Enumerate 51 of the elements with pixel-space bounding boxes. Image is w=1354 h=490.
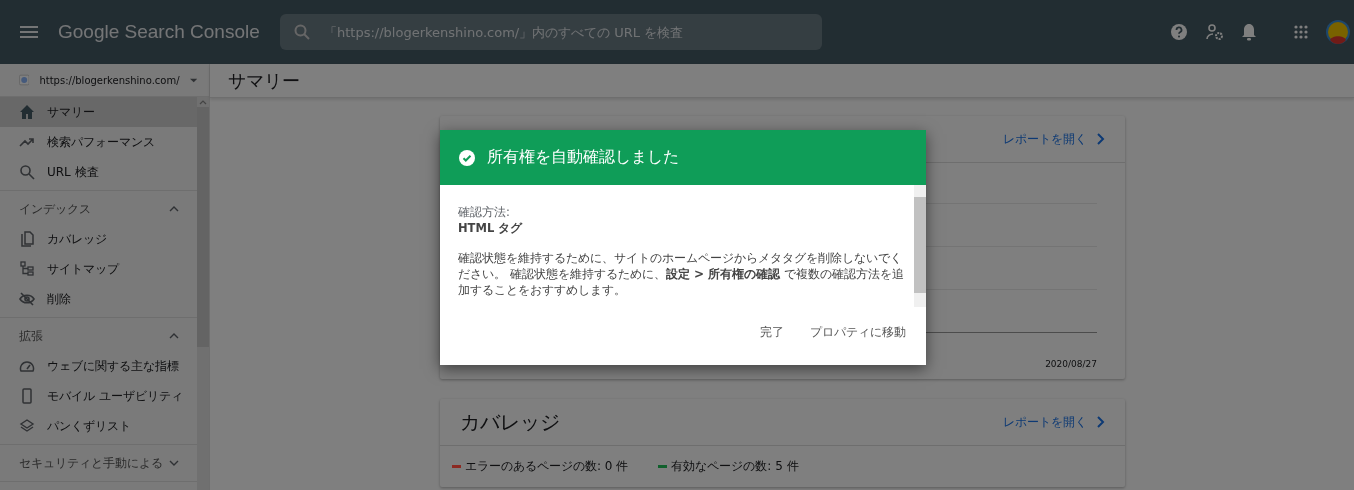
dropdown-caret-icon xyxy=(189,77,197,83)
sitemap-icon xyxy=(19,261,35,277)
nav-item[interactable]: 検索パフォーマンス xyxy=(0,127,197,157)
chevron-icon xyxy=(1097,133,1105,145)
user-settings-icon[interactable] xyxy=(1206,24,1224,40)
method-label: 確認方法: xyxy=(458,205,511,220)
home-icon xyxy=(19,104,35,120)
nav-item[interactable]: サイトマップ xyxy=(0,254,197,284)
chevron-icon xyxy=(169,333,179,339)
check-circle-icon xyxy=(459,149,475,166)
section-header[interactable]: インデックス xyxy=(0,194,197,224)
help-icon[interactable] xyxy=(1170,23,1188,41)
chevron-icon xyxy=(1097,416,1105,428)
gauge-icon xyxy=(19,358,35,374)
section-header[interactable]: セキュリティと手動による xyxy=(0,448,197,478)
nav-item[interactable]: URL 検査 xyxy=(0,157,197,187)
menu-icon[interactable] xyxy=(20,26,38,38)
nav-item[interactable]: 削除 xyxy=(0,284,197,314)
search-icon xyxy=(19,164,35,180)
copy-icon xyxy=(19,231,35,247)
dialog-button[interactable]: プロパティに移動 xyxy=(802,321,914,344)
chevron-icon xyxy=(169,460,179,466)
open-report-link[interactable]: レポートを開く xyxy=(1003,413,1105,431)
page-title: サマリー xyxy=(228,68,300,93)
product-name: Google Search Console xyxy=(58,21,261,43)
dialog-button[interactable]: 完了 xyxy=(752,321,792,344)
eye-off-icon xyxy=(19,291,35,307)
globe-icon xyxy=(19,73,30,87)
scrollbar[interactable] xyxy=(197,97,209,490)
scrollbar[interactable] xyxy=(914,185,926,307)
phone-icon xyxy=(19,388,35,404)
nav-item[interactable]: カバレッジ xyxy=(0,224,197,254)
open-report-link[interactable]: レポートを開く xyxy=(1003,130,1105,148)
bell-icon[interactable] xyxy=(1242,23,1256,41)
apps-grid-icon[interactable] xyxy=(1294,25,1308,39)
chevron-icon xyxy=(169,206,179,212)
dialog-message: 確認状態を維持するために、サイトのホームページからメタタグを削除しないでください。 確認状態を維持するために、設定 > 所有権の確認 で複数の確認方法を追加することをおすすめします。 xyxy=(458,250,906,298)
nav-item[interactable]: ウェブに関する主な指標 xyxy=(0,351,197,381)
card-title: カバレッジ xyxy=(460,408,560,436)
layers-icon xyxy=(19,418,35,434)
avatar-icon[interactable] xyxy=(1326,20,1350,44)
axis-date-label: 2020/08/27 xyxy=(1045,359,1097,369)
section-header[interactable]: 拡張 xyxy=(0,321,197,351)
nav-item[interactable]: モバイル ユーザビリティ xyxy=(0,381,197,411)
legend-label: エラーのあるページの数: 0 件 xyxy=(465,458,629,475)
legend-label: 有効なページの数: 5 件 xyxy=(671,458,799,475)
dialog-title: 所有権を自動確認しました xyxy=(487,147,679,168)
search-icon xyxy=(294,24,310,40)
nav-item[interactable]: サマリー xyxy=(0,97,197,127)
nav-item[interactable]: パンくずリスト xyxy=(0,411,197,441)
method-value: HTML タグ xyxy=(458,220,524,236)
